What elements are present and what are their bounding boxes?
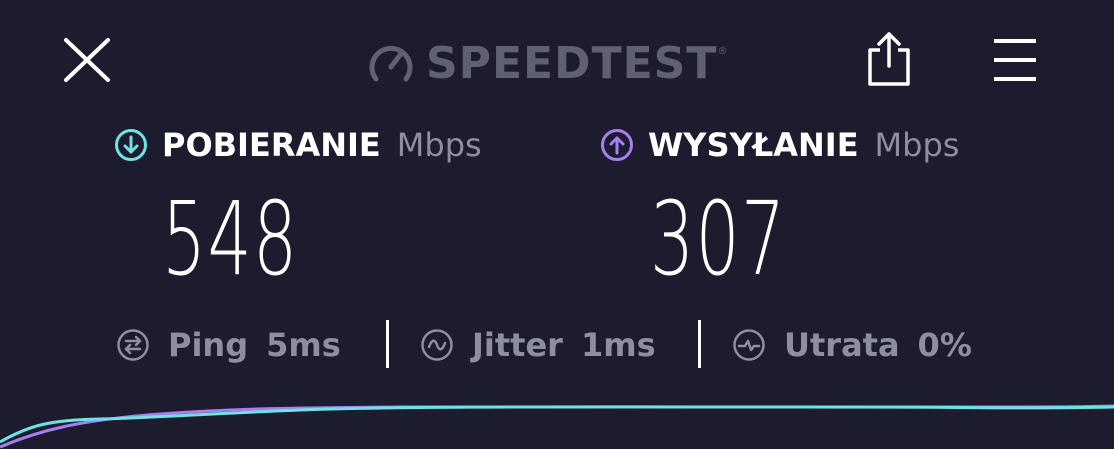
loss-label: Utrata [784,326,900,364]
ping-stat: Ping 5ms [116,322,341,368]
jitter-value: 1ms [580,326,656,364]
download-value: 548 [162,180,299,299]
logo-trademark: ® [717,46,728,57]
upload-value: 307 [650,180,787,299]
ping-label: Ping [168,326,249,364]
download-label: POBIERANIE [162,126,381,164]
upload-header: WYSYŁANIE Mbps [600,124,959,166]
menu-button[interactable] [992,38,1038,82]
arrow-down-circle-icon [115,129,147,161]
close-button[interactable] [62,36,112,84]
speedtest-logo: SPEEDTEST ® [366,37,728,89]
close-icon [64,38,110,82]
ping-value: 5ms [266,326,341,364]
speed-graph [0,404,1114,449]
logo-text: SPEEDTEST [426,37,718,89]
jitter-label: Jitter [472,326,563,364]
arrow-up-circle-icon [601,129,633,161]
packet-loss-stat: Utrata 0% [732,322,972,368]
upload-unit: Mbps [874,126,960,164]
ping-icon [117,329,149,361]
upload-graph-line [0,404,1114,449]
menu-icon [994,39,1036,81]
share-button[interactable] [866,30,912,88]
jitter-stat: Jitter 1ms [420,322,656,368]
stat-divider [386,320,389,368]
loss-value: 0% [917,326,972,364]
upload-label: WYSYŁANIE [648,126,859,164]
download-unit: Mbps [396,126,482,164]
gauge-icon [369,45,413,82]
packet-loss-icon [733,329,765,361]
stat-divider [698,320,701,368]
download-header: POBIERANIE Mbps [114,124,482,166]
jitter-icon [421,329,453,361]
share-icon [868,32,910,86]
